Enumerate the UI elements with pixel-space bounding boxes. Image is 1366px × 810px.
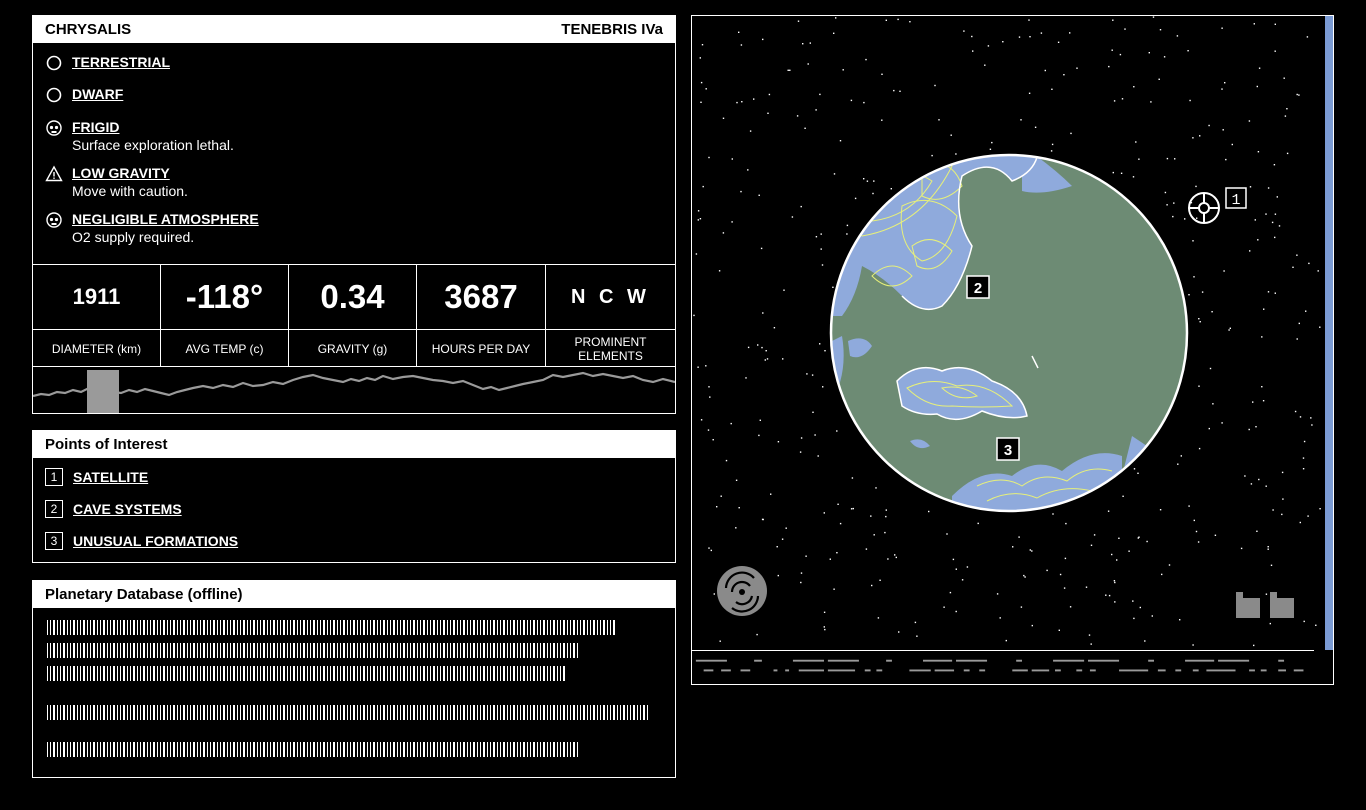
poi-marker-3[interactable]: 3 — [996, 437, 1020, 461]
stat-label: DIAMETER (km) — [51, 341, 142, 356]
database-header: Planetary Database (offline) — [33, 581, 675, 608]
planet-system: TENEBRIS IVa — [561, 21, 663, 38]
redacted-text-line — [47, 643, 579, 658]
signal-bars-icon — [1236, 592, 1294, 618]
stat-label: HOURS PER DAY — [431, 341, 531, 356]
redacted-text-line — [47, 742, 579, 757]
trait-dwarf[interactable]: DWARF — [45, 85, 123, 104]
trait-title[interactable]: NEGLIGIBLE ATMOSPHERE — [72, 210, 259, 228]
poi-label[interactable]: SATELLITE — [73, 469, 148, 485]
poi-item-cave-systems[interactable]: 2 CAVE SYSTEMS — [45, 500, 182, 518]
trait-low-gravity[interactable]: LOW GRAVITY Move with caution. — [45, 164, 188, 200]
stat-value: -118° — [161, 265, 288, 330]
poi-number-badge: 3 — [45, 532, 63, 550]
poi-item-unusual-formations[interactable]: 3 UNUSUAL FORMATIONS — [45, 532, 238, 550]
viewer-scrollbar[interactable] — [1325, 16, 1333, 650]
redacted-text-line — [47, 666, 567, 681]
trait-terrestrial[interactable]: TERRESTRIAL — [45, 53, 170, 72]
skull-icon — [46, 212, 62, 228]
stat-value: 3687 — [417, 265, 545, 330]
stat-label: GRAVITY (g) — [317, 341, 388, 356]
skull-icon — [46, 120, 62, 136]
planet-name: CHRYSALIS — [45, 21, 132, 38]
stat-value: N C W — [546, 265, 675, 330]
stat-value: 0.34 — [289, 265, 416, 330]
stat-value: 1911 — [33, 265, 160, 330]
trait-note: O2 supply required. — [72, 229, 195, 245]
poi-marker-label: 2 — [974, 280, 982, 297]
viewer-footer-readout — [692, 650, 1315, 672]
poi-marker-label: 1 — [1231, 192, 1240, 209]
trait-note: Move with caution. — [72, 183, 188, 199]
trait-note: Surface exploration lethal. — [72, 137, 234, 153]
trait-title[interactable]: TERRESTRIAL — [72, 53, 170, 71]
stat-diameter: 1911 DIAMETER (km) — [33, 265, 161, 366]
trait-title[interactable]: LOW GRAVITY — [72, 164, 188, 182]
poi-title: Points of Interest — [45, 436, 168, 453]
poi-label[interactable]: CAVE SYSTEMS — [73, 501, 182, 517]
circle-icon — [46, 55, 62, 71]
planet-info-panel: CHRYSALIS TENEBRIS IVa TERRESTRIAL DWARF… — [32, 15, 676, 414]
database-title: Planetary Database (offline) — [45, 586, 243, 603]
stat-label: PROMINENT ELEMENTS — [574, 334, 647, 363]
redacted-text-line — [47, 620, 615, 635]
trait-title[interactable]: DWARF — [72, 85, 123, 103]
stat-gravity: 0.34 GRAVITY (g) — [289, 265, 417, 366]
scanner-icon[interactable] — [717, 566, 767, 616]
poi-number-badge: 1 — [45, 468, 63, 486]
poi-marker-1[interactable]: 1 — [1188, 187, 1247, 224]
stat-prominent-elements: N C W PROMINENT ELEMENTS — [546, 265, 675, 366]
poi-item-satellite[interactable]: 1 SATELLITE — [45, 468, 148, 486]
planetary-database-panel: Planetary Database (offline) — [32, 580, 676, 778]
satellite-icon — [1188, 192, 1220, 224]
terrain-sparkline[interactable] — [33, 368, 675, 413]
poi-number-badge: 2 — [45, 500, 63, 518]
warning-icon — [45, 165, 63, 182]
trait-negligible-atmosphere[interactable]: NEGLIGIBLE ATMOSPHERE O2 supply required… — [45, 210, 259, 246]
poi-marker-2[interactable]: 2 — [966, 275, 990, 299]
space-view[interactable]: 1 2 3 — [692, 16, 1333, 650]
trait-title[interactable]: FRIGID — [72, 118, 234, 136]
redacted-text-line — [47, 705, 649, 720]
planet-globe[interactable] — [812, 116, 1189, 536]
poi-header: Points of Interest — [33, 431, 675, 458]
planet-header: CHRYSALIS TENEBRIS IVa — [33, 16, 675, 43]
points-of-interest-panel: Points of Interest 1 SATELLITE 2 CAVE SY… — [32, 430, 676, 563]
poi-marker-label: 3 — [1004, 442, 1012, 459]
trait-frigid[interactable]: FRIGID Surface exploration lethal. — [45, 118, 234, 154]
stat-label: AVG TEMP (c) — [185, 341, 264, 356]
stat-avg-temp: -118° AVG TEMP (c) — [161, 265, 289, 366]
circle-icon — [46, 87, 62, 103]
poi-label[interactable]: UNUSUAL FORMATIONS — [73, 533, 238, 549]
stats-grid: 1911 DIAMETER (km) -118° AVG TEMP (c) 0.… — [33, 264, 675, 367]
planet-viewer[interactable]: 1 2 3 — [691, 15, 1334, 685]
stat-hours-per-day: 3687 HOURS PER DAY — [417, 265, 546, 366]
